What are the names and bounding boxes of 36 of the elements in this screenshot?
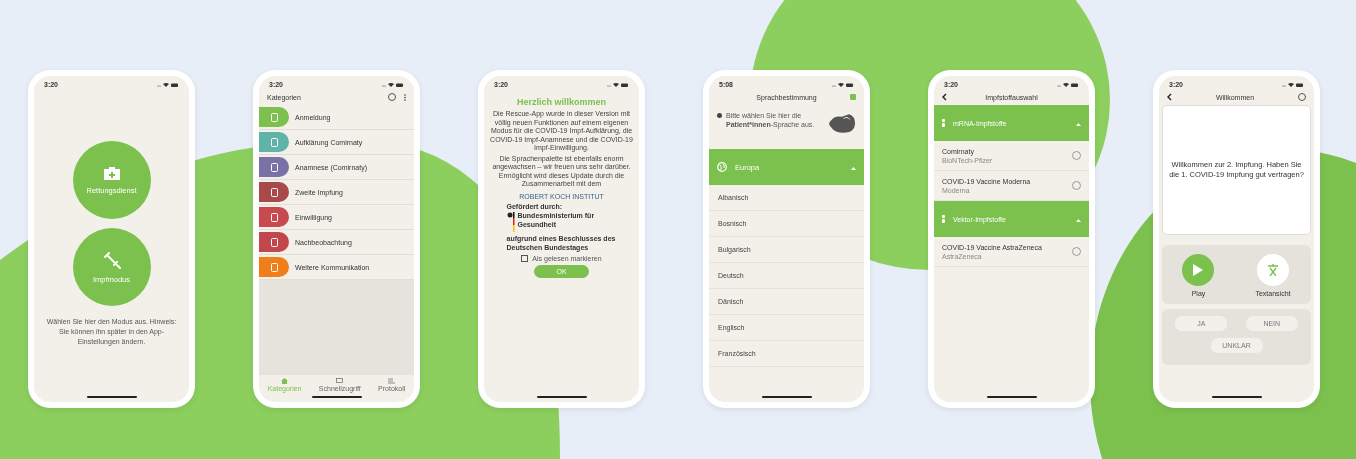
document-icon <box>270 187 278 197</box>
home-indicator <box>1211 396 1262 398</box>
back-icon[interactable] <box>942 93 947 101</box>
home-indicator <box>536 396 587 398</box>
document-icon <box>270 137 278 147</box>
chevron-icon <box>1076 218 1081 222</box>
globe-icon <box>717 162 727 172</box>
document-icon <box>270 212 278 222</box>
radio-button[interactable] <box>1072 247 1081 256</box>
list-icon <box>388 378 396 384</box>
chevron-icon <box>851 166 856 170</box>
home-indicator <box>311 396 362 398</box>
home-indicator <box>761 396 812 398</box>
document-icon <box>270 162 278 172</box>
play-icon <box>1193 264 1204 276</box>
document-icon <box>270 262 278 272</box>
medical-kit-icon <box>102 165 121 180</box>
radio-button[interactable] <box>1072 151 1081 160</box>
speech-hands-drawing <box>826 111 856 135</box>
welcome-title: Herzlich willkommen <box>517 97 606 107</box>
syringe-icon <box>102 250 121 269</box>
home-indicator <box>986 396 1037 398</box>
vial-icon <box>942 119 945 127</box>
checkbox[interactable] <box>521 254 529 262</box>
vial-icon <box>942 215 945 223</box>
chevron-icon <box>1076 122 1081 126</box>
translate-icon <box>1267 264 1279 276</box>
radio-button[interactable] <box>1072 181 1081 190</box>
document-icon <box>270 237 278 247</box>
chat-icon <box>336 378 344 384</box>
back-icon[interactable] <box>1167 93 1172 101</box>
home-indicator <box>86 396 137 398</box>
info-icon <box>717 113 722 118</box>
document-icon <box>270 112 278 122</box>
eagle-flag-drawing <box>506 212 515 233</box>
home-icon <box>281 378 289 384</box>
